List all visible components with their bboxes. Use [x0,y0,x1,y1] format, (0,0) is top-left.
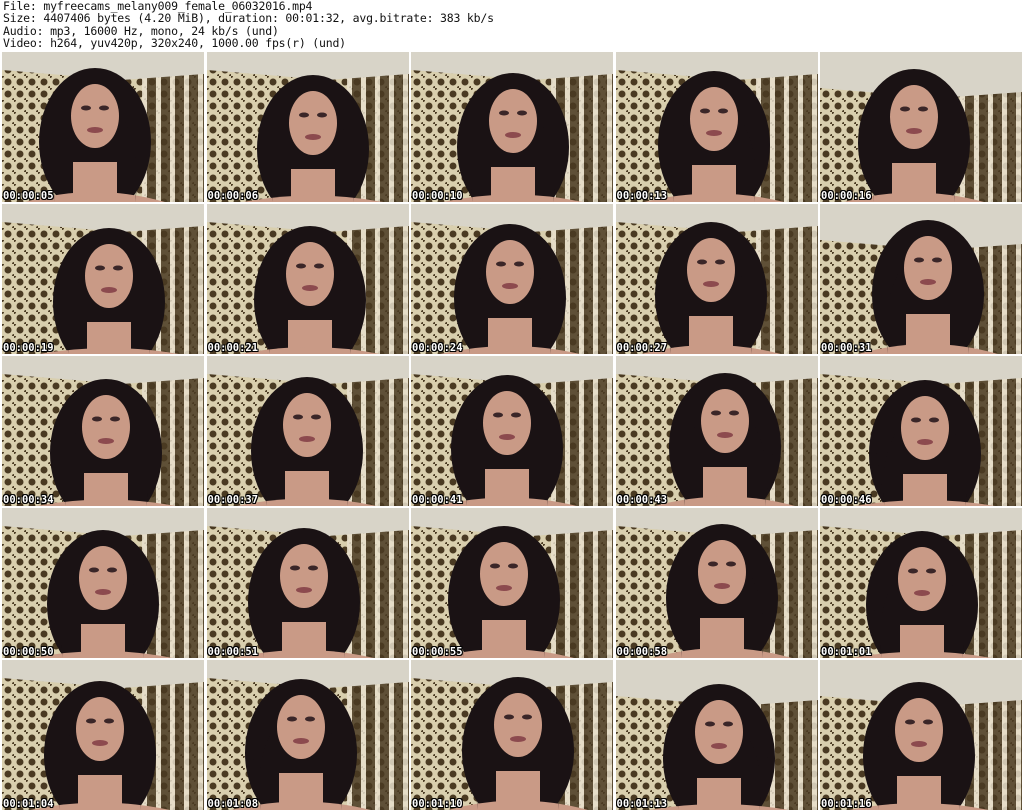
video-thumbnail: 00:00:51 [206,508,409,658]
frame-image [615,508,818,658]
frame-image [820,204,1022,354]
timestamp-label: 00:00:13 [616,190,668,202]
video-thumbnail: 00:00:37 [206,356,409,506]
timestamp-label: 00:00:55 [412,646,463,658]
timestamp-label: 00:00:34 [3,494,54,506]
timestamp-label: 00:01:13 [616,798,668,810]
timestamp-label: 00:01:10 [412,798,463,810]
timestamp-label: 00:00:41 [412,494,463,506]
frame-image [411,356,613,506]
video-thumbnail: 00:01:16 [820,660,1022,810]
video-thumbnail: 00:00:13 [615,52,818,202]
frame-image [2,356,204,506]
timestamp-label: 00:01:01 [821,646,872,658]
video-thumbnail: 00:00:43 [615,356,818,506]
video-thumbnail: 00:00:46 [820,356,1022,506]
frame-image [820,508,1022,658]
timestamp-label: 00:00:21 [207,342,259,354]
video-thumbnail: 00:00:06 [206,52,409,202]
frame-image [2,204,204,354]
timestamp-label: 00:00:06 [207,190,259,202]
video-thumbnail: 00:00:50 [2,508,204,658]
timestamp-label: 00:01:04 [3,798,54,810]
frame-image [820,356,1022,506]
frame-image [206,508,409,658]
frame-image [2,660,204,810]
video-info-line: Video: h264, yuv420p, 320x240, 1000.00 f… [3,35,346,50]
timestamp-label: 00:00:43 [616,494,668,506]
video-thumbnail: 00:01:10 [411,660,613,810]
frame-image [411,204,613,354]
video-thumbnail: 00:00:58 [615,508,818,658]
frame-image [206,204,409,354]
timestamp-label: 00:00:50 [3,646,54,658]
timestamp-label: 00:01:08 [207,798,259,810]
video-thumbnail: 00:00:24 [411,204,613,354]
video-thumbnail: 00:00:34 [2,356,204,506]
file-info-header: File: myfreecams_melany009_female_060320… [3,0,1021,50]
timestamp-label: 00:00:05 [3,190,54,202]
video-thumbnail: 00:01:01 [820,508,1022,658]
timestamp-label: 00:00:24 [412,342,463,354]
video-thumbnail: 00:00:55 [411,508,613,658]
timestamp-label: 00:00:16 [821,190,872,202]
frame-image [2,52,204,202]
frame-image [615,52,818,202]
timestamp-label: 00:00:19 [3,342,54,354]
video-thumbnail: 00:00:27 [615,204,818,354]
video-thumbnail: 00:00:41 [411,356,613,506]
frame-image [206,356,409,506]
timestamp-label: 00:00:46 [821,494,872,506]
video-thumbnail: 00:00:31 [820,204,1022,354]
frame-image [411,508,613,658]
frame-image [615,204,818,354]
frame-image [206,660,409,810]
timestamp-label: 00:00:58 [616,646,668,658]
frame-image [2,508,204,658]
timestamp-label: 00:00:31 [821,342,872,354]
frame-image [411,52,613,202]
frame-image [411,660,613,810]
frame-image [615,660,818,810]
video-thumbnail: 00:01:13 [615,660,818,810]
frame-image [820,660,1022,810]
frame-image [206,52,409,202]
timestamp-label: 00:00:51 [207,646,259,658]
timestamp-label: 00:01:16 [821,798,872,810]
timestamp-label: 00:00:27 [616,342,668,354]
frame-image [615,356,818,506]
video-thumbnail: 00:00:19 [2,204,204,354]
video-thumbnail: 00:00:21 [206,204,409,354]
timestamp-label: 00:00:10 [412,190,463,202]
video-thumbnail: 00:00:10 [411,52,613,202]
video-thumbnail: 00:01:04 [2,660,204,810]
video-thumbnail: 00:00:05 [2,52,204,202]
video-thumbnail: 00:01:08 [206,660,409,810]
thumbnail-grid: 00:00:05 00:00:06 00:00:10 00:00:13 00:0… [2,52,1022,811]
frame-image [820,52,1022,202]
timestamp-label: 00:00:37 [207,494,259,506]
file-size-line: Size: 4407406 bytes (4.20 MiB), duration… [3,11,494,26]
video-thumbnail: 00:00:16 [820,52,1022,202]
